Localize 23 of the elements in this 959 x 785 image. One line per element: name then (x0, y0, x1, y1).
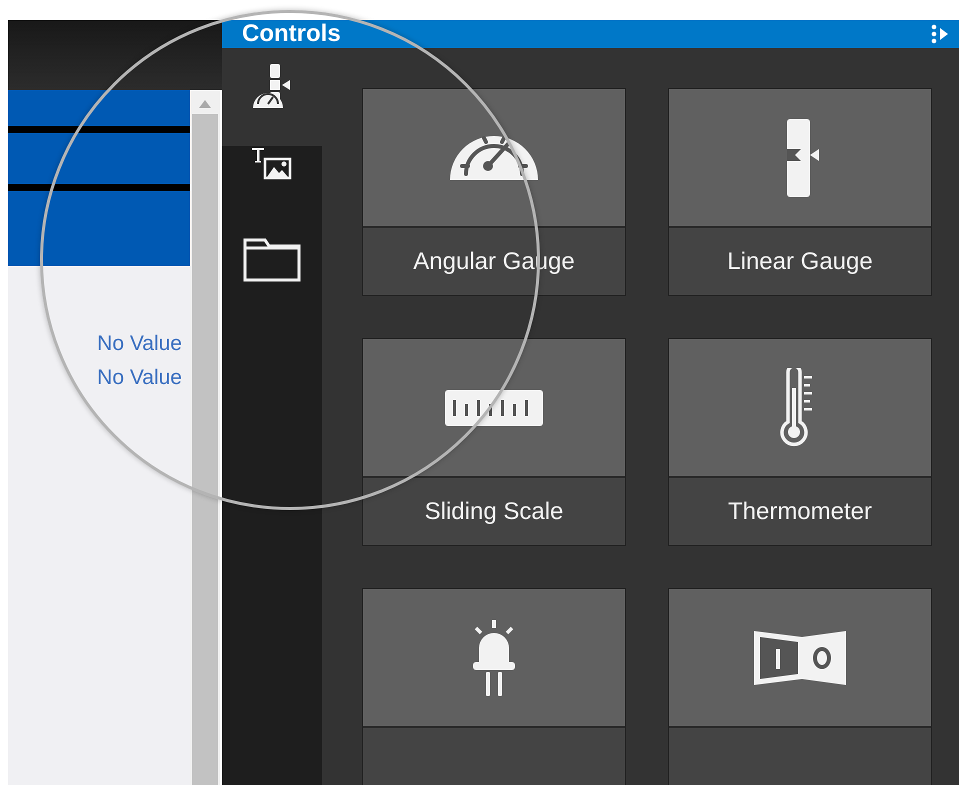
speedometer-icon (450, 136, 538, 180)
control-tile[interactable]: Sliding Scale (362, 338, 626, 546)
scroll-thumb[interactable] (192, 114, 218, 785)
toggle-switch-icon (752, 628, 848, 686)
control-tile[interactable] (362, 588, 626, 785)
control-tile[interactable]: Thermometer (668, 338, 932, 546)
folder-icon (243, 238, 301, 282)
control-tile[interactable] (668, 588, 932, 785)
sliding-scale-icon (445, 388, 543, 428)
panel-title: Controls (242, 20, 341, 48)
gauges-icon (252, 64, 292, 110)
tile-label: Thermometer (728, 498, 872, 526)
text-image-icon (252, 148, 292, 180)
rail-tab[interactable] (222, 48, 322, 146)
value-text: No Value (97, 366, 182, 390)
tile-label: Linear Gauge (727, 248, 873, 276)
value-text: No Value (97, 332, 182, 356)
selected-rows[interactable] (8, 90, 190, 266)
more-icon[interactable] (931, 24, 949, 44)
led-icon (470, 620, 518, 696)
tile-label: Sliding Scale (424, 498, 564, 526)
scrollbar[interactable] (190, 90, 220, 785)
control-tile[interactable]: Linear Gauge (668, 88, 932, 296)
